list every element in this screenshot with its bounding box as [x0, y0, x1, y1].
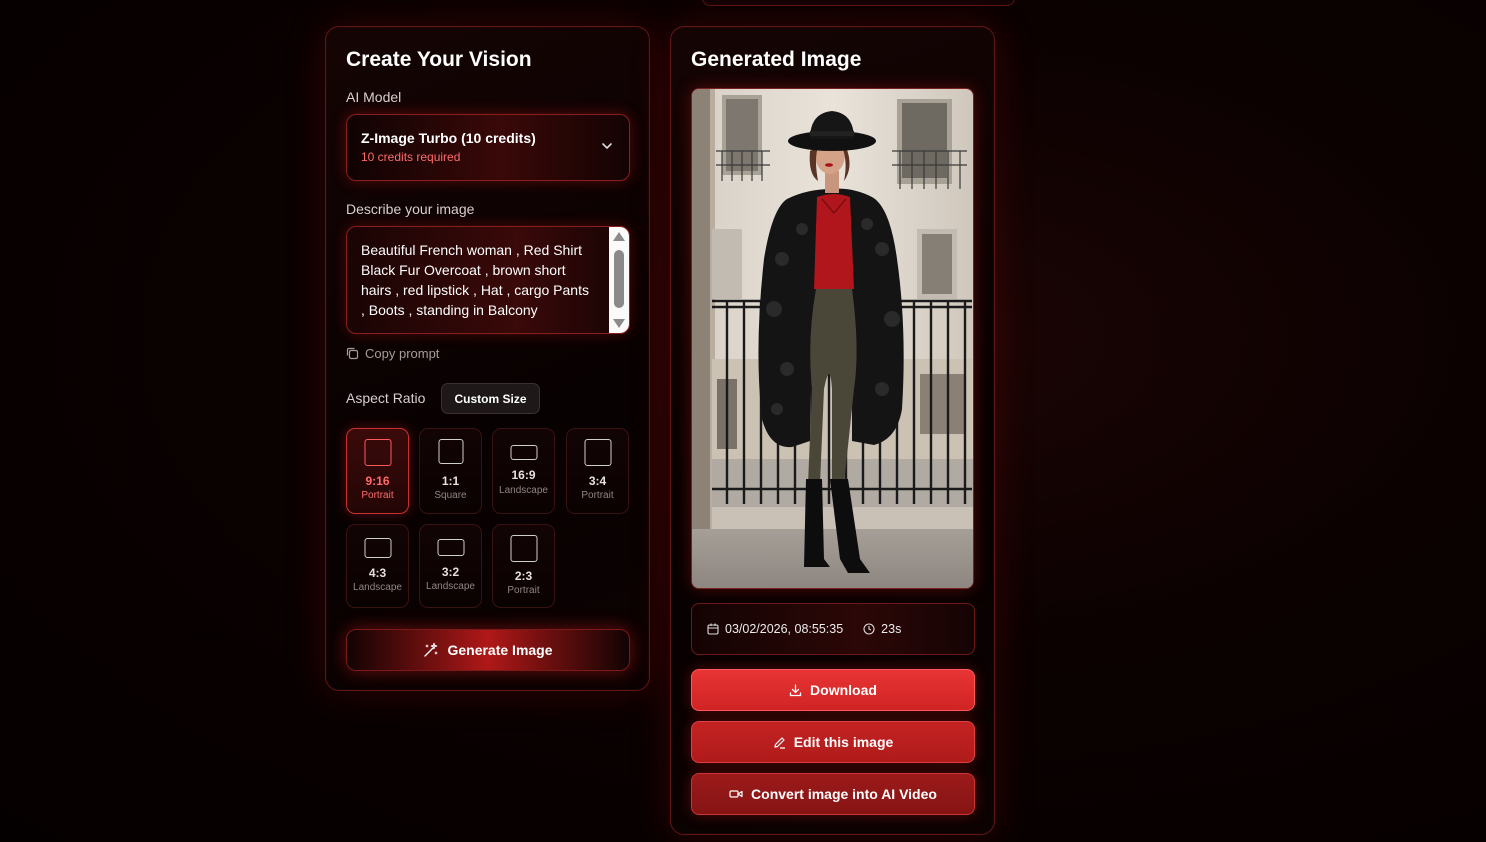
result-panel-title: Generated Image	[691, 48, 862, 71]
square-shape-icon	[438, 439, 463, 464]
aspect-ratio-label: Aspect Ratio	[346, 390, 426, 406]
scroll-thumb[interactable]	[614, 250, 624, 308]
ratio-name: Square	[434, 490, 467, 501]
ratio-value: 2:3	[514, 569, 533, 583]
scroll-up-arrow-icon[interactable]	[613, 232, 625, 241]
ratio-card-9-16[interactable]: 9:16 Portrait	[346, 428, 409, 514]
portrait-shape-icon	[364, 439, 391, 466]
custom-size-button[interactable]: Custom Size	[441, 383, 540, 414]
copy-icon	[346, 347, 359, 360]
ai-model-selected-name: Z-Image Turbo (10 credits)	[361, 130, 536, 146]
ratio-card-2-3[interactable]: 2:3 Portrait	[492, 524, 555, 608]
scroll-down-arrow-icon[interactable]	[613, 319, 625, 328]
prompt-scrollbar[interactable]	[609, 227, 629, 333]
landscape-shape-icon	[364, 538, 391, 558]
copy-prompt-label: Copy prompt	[365, 346, 440, 361]
prompt-label: Describe your image	[346, 201, 475, 217]
prompt-text[interactable]: Beautiful French woman , Red Shirt Black…	[361, 240, 611, 320]
image-duration: 23s	[881, 622, 902, 636]
ratio-name: Landscape	[499, 485, 548, 496]
chevron-down-icon	[602, 143, 612, 150]
portrait-shape-icon	[510, 535, 537, 562]
landscape-shape-icon	[510, 445, 537, 460]
convert-to-video-button[interactable]: Convert image into AI Video	[691, 773, 975, 815]
ratio-name: Portrait	[581, 490, 614, 501]
magic-wand-icon	[424, 642, 438, 657]
convert-to-video-label: Convert image into AI Video	[751, 786, 937, 802]
ratio-card-3-2[interactable]: 3:2 Landscape	[419, 524, 482, 608]
image-meta: 03/02/2026, 08:55:35 23s	[691, 603, 975, 655]
ai-model-select[interactable]: Z-Image Turbo (10 credits) 10 credits re…	[346, 114, 630, 181]
ratio-name: Portrait	[507, 585, 540, 596]
ratio-value: 3:2	[441, 565, 460, 579]
landscape-shape-icon	[437, 539, 464, 556]
ratio-name: Portrait	[361, 490, 394, 501]
result-panel: Generated Image 03/02/2026, 08:55:35 23s…	[670, 26, 995, 835]
create-panel-title: Create Your Vision	[346, 48, 532, 71]
download-label: Download	[810, 682, 877, 698]
clock-icon	[863, 623, 875, 635]
pencil-icon	[774, 736, 785, 749]
generate-image-button[interactable]: Generate Image	[346, 629, 630, 671]
ratio-name: Landscape	[426, 581, 475, 592]
calendar-icon	[707, 623, 719, 635]
ratio-name: Landscape	[353, 582, 402, 593]
generate-image-label: Generate Image	[447, 642, 553, 658]
download-button[interactable]: Download	[691, 669, 975, 711]
ratio-value: 4:3	[368, 566, 387, 580]
ai-model-label: AI Model	[346, 89, 402, 105]
ratio-card-16-9[interactable]: 16:9 Landscape	[492, 428, 555, 514]
top-card-edge	[702, 0, 1015, 6]
prompt-textarea[interactable]: Beautiful French woman , Red Shirt Black…	[346, 226, 630, 334]
copy-prompt-button[interactable]: Copy prompt	[346, 346, 439, 361]
edit-image-label: Edit this image	[793, 734, 894, 750]
ratio-value: 9:16	[365, 474, 390, 488]
ratio-card-1-1[interactable]: 1:1 Square	[419, 428, 482, 514]
download-icon	[789, 683, 802, 696]
create-panel: Create Your Vision AI Model Z-Image Turb…	[325, 26, 650, 691]
image-date: 03/02/2026, 08:55:35	[725, 622, 844, 636]
generated-image[interactable]	[691, 88, 974, 589]
ai-model-credits: 10 credits required	[361, 150, 461, 164]
generated-photo	[692, 89, 973, 588]
ratio-card-3-4[interactable]: 3:4 Portrait	[566, 428, 629, 514]
ratio-value: 3:4	[588, 474, 607, 488]
ratio-card-4-3[interactable]: 4:3 Landscape	[346, 524, 409, 608]
ratio-value: 1:1	[441, 474, 460, 488]
portrait-shape-icon	[584, 439, 611, 466]
video-camera-icon	[729, 790, 743, 798]
edit-image-button[interactable]: Edit this image	[691, 721, 975, 763]
ratio-value: 16:9	[511, 468, 536, 482]
